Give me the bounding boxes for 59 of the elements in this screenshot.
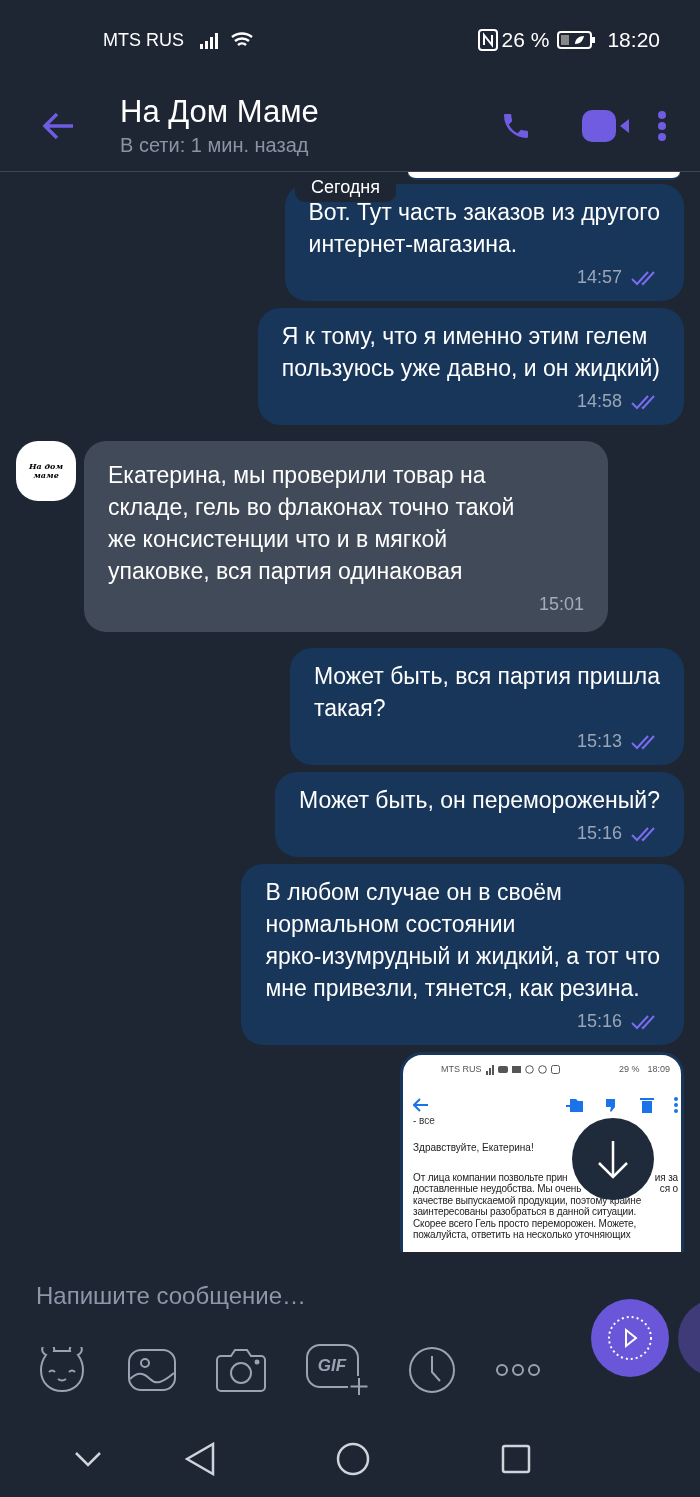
battery-percent: 26 %	[501, 27, 550, 54]
back-arrow-icon	[42, 111, 74, 140]
message-time: 15:16	[576, 822, 622, 845]
embedded-time: 18:09	[647, 1063, 670, 1076]
embedded-more-icon	[674, 1096, 678, 1113]
play-circle-icon	[607, 1315, 653, 1361]
chat-title: На Дом Маме	[120, 92, 319, 131]
embedded-text: заинтересованы разобраться в данной ситуации.	[413, 1206, 637, 1218]
more-icon[interactable]	[496, 1364, 540, 1376]
clock-icon[interactable]	[408, 1346, 456, 1394]
embedded-move-icon	[566, 1096, 584, 1113]
gif-frame-icon	[306, 1344, 368, 1396]
down-arrow-icon	[596, 1139, 630, 1179]
gif-button[interactable]: GIF	[306, 1344, 368, 1396]
embedded-text: доставленные неудобства. Мы очень	[413, 1183, 582, 1195]
image-icon[interactable]	[128, 1349, 176, 1391]
embedded-greeting: Здравствуйте, Екатерина!	[413, 1140, 535, 1155]
more-icon	[658, 110, 666, 141]
camera-icon[interactable]	[216, 1348, 266, 1392]
avatar-logo-text: На дом маме	[28, 462, 64, 480]
clock: 18:20	[607, 27, 660, 54]
embedded-video-icon	[497, 1066, 508, 1074]
embedded-circle-icon	[524, 1065, 534, 1075]
embedded-back-icon	[413, 1097, 429, 1112]
embedded-circle-icon	[537, 1065, 547, 1075]
nfc-icon	[477, 29, 498, 51]
embedded-text: - все	[413, 1116, 436, 1124]
embedded-app-icon	[511, 1066, 521, 1074]
more-options-button[interactable]	[658, 110, 666, 141]
embedded-carrier: MTS RUS	[441, 1063, 482, 1076]
message-time: 15:13	[576, 730, 622, 753]
video-camera-icon	[582, 109, 630, 142]
embedded-text: Скорее всего Гель просто переморожен. Можете,	[413, 1217, 637, 1229]
embedded-trash-icon	[640, 1096, 654, 1113]
chevron-down-icon[interactable]	[74, 1450, 102, 1467]
message-time: 14:57	[576, 266, 622, 289]
message-text: В любом случае он в своём нормальном состоянии ярко-изумрудный и жидкий, а тот что мне привезли, тянется, как резина.	[265, 878, 660, 1003]
message-time: 15:16	[576, 1010, 622, 1033]
message-input[interactable]: Напишите сообщение…	[36, 1278, 556, 1314]
battery-icon	[557, 31, 596, 49]
embedded-text: ся о	[659, 1183, 678, 1195]
home-circle-icon[interactable]	[336, 1441, 370, 1476]
embedded-battery: 29 %	[618, 1063, 640, 1076]
message-text: Может быть, он перемороженый?	[299, 786, 660, 815]
embedded-text: ия за	[654, 1171, 678, 1183]
message-time: 15:01	[538, 593, 584, 616]
video-call-button[interactable]	[582, 109, 630, 142]
recent-apps-square-icon[interactable]	[501, 1443, 531, 1474]
message-text: Я к тому, что я именно этим гелем пользуюсь уже давно, и он жидкий)	[281, 322, 660, 383]
last-seen-status: В сети: 1 мин. назад	[120, 132, 310, 158]
embedded-text: От лица компании позвольте прин	[413, 1171, 568, 1183]
message-text: Екатерина, мы проверили товар на складе, гель во флаконах точно такой же консистенции что и в мягкой упаковке, вся партия одинаковая	[108, 461, 516, 586]
embedded-signal-icon	[485, 1064, 494, 1075]
back-triangle-icon[interactable]	[185, 1441, 215, 1476]
embedded-camera-icon	[550, 1065, 560, 1075]
carrier-name: MTS RUS	[103, 28, 184, 52]
message-text: Может быть, вся партия пришла такая?	[313, 662, 660, 723]
message-time: 14:58	[576, 390, 622, 413]
embedded-text: пожалуйста, ответить на несколько уточняющих	[413, 1229, 631, 1241]
